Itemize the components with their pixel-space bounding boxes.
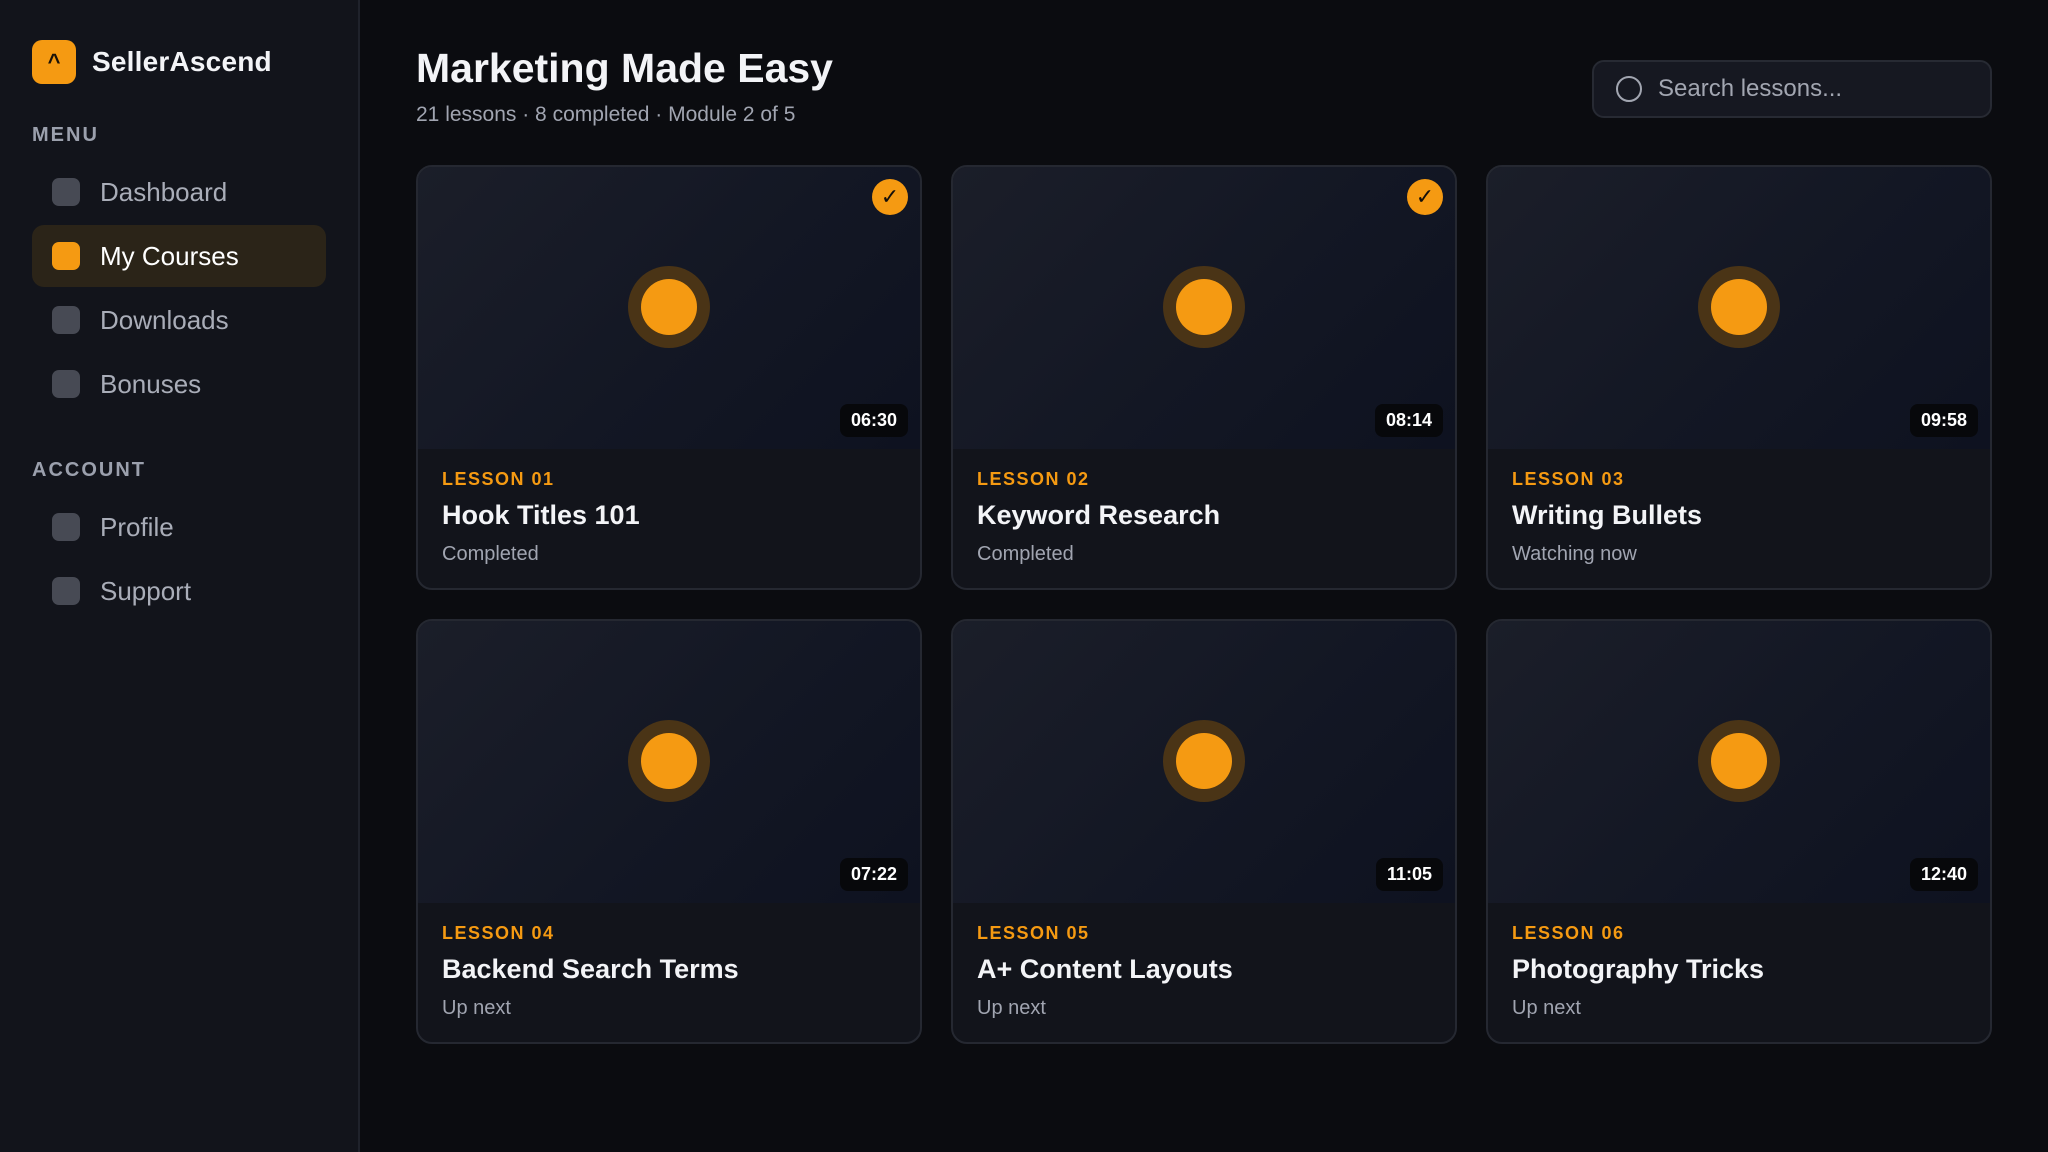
- play-icon[interactable]: [1163, 720, 1245, 803]
- lesson-info: LESSON 05 A+ Content Layouts Up next: [953, 903, 1455, 1040]
- brand[interactable]: ^ SellerAscend: [32, 40, 326, 84]
- lesson-card[interactable]: 09:58 LESSON 03 Writing Bullets Watching…: [1486, 165, 1992, 591]
- brand-logo-icon: ^: [32, 40, 76, 84]
- sidebar-item-label: Downloads: [100, 304, 229, 335]
- lesson-info: LESSON 03 Writing Bullets Watching now: [1488, 449, 1990, 586]
- lesson-title[interactable]: Keyword Research: [977, 500, 1431, 531]
- duration-badge: 11:05: [1375, 858, 1443, 892]
- play-icon[interactable]: [1698, 266, 1780, 349]
- main-content: Marketing Made Easy 21 lessons · 8 compl…: [360, 0, 2048, 1152]
- completed-check-icon: ✓: [872, 179, 908, 216]
- duration-badge: 07:22: [839, 858, 908, 892]
- sidebar-item-support[interactable]: Support: [32, 560, 326, 622]
- sidebar: ^ SellerAscend MENU Dashboard My Courses…: [0, 0, 360, 1152]
- search-input[interactable]: [1658, 75, 1968, 103]
- sidebar-item-label: Profile: [100, 511, 174, 542]
- dashboard-icon: [52, 178, 80, 206]
- sidebar-item-label: Bonuses: [100, 368, 202, 399]
- play-icon[interactable]: [628, 266, 710, 349]
- lesson-info: LESSON 01 Hook Titles 101 Completed: [418, 449, 920, 586]
- lesson-number: LESSON 03: [1512, 469, 1625, 490]
- lesson-info: LESSON 04 Backend Search Terms Up next: [418, 903, 920, 1040]
- duration-badge: 06:30: [839, 404, 908, 438]
- bonuses-icon: [52, 370, 80, 398]
- sidebar-item-downloads[interactable]: Downloads: [32, 289, 326, 351]
- lesson-title[interactable]: Hook Titles 101: [442, 500, 896, 531]
- sidebar-item-label: My Courses: [100, 240, 239, 271]
- lesson-status: Completed: [977, 543, 1074, 566]
- account-nav: Profile Support: [32, 496, 326, 622]
- title-block: Marketing Made Easy 21 lessons · 8 compl…: [416, 45, 833, 127]
- lesson-card[interactable]: ✓ 08:14 LESSON 02 Keyword Research Compl…: [951, 165, 1457, 591]
- page-header: Marketing Made Easy 21 lessons · 8 compl…: [416, 45, 1992, 127]
- lesson-info: LESSON 02 Keyword Research Completed: [953, 449, 1455, 586]
- search-icon: [1616, 76, 1642, 102]
- lesson-status: Up next: [977, 997, 1046, 1020]
- sidebar-item-profile[interactable]: Profile: [32, 496, 326, 558]
- lesson-title[interactable]: A+ Content Layouts: [977, 954, 1431, 985]
- play-icon[interactable]: [1698, 720, 1780, 803]
- lesson-grid: ✓ 06:30 LESSON 01 Hook Titles 101 Comple…: [416, 165, 1992, 1045]
- completed-check-icon: ✓: [1407, 179, 1443, 216]
- sidebar-item-label: Dashboard: [100, 176, 228, 207]
- duration-badge: 12:40: [1909, 858, 1978, 892]
- sidebar-item-dashboard[interactable]: Dashboard: [32, 161, 326, 223]
- lesson-thumbnail[interactable]: 07:22: [418, 621, 920, 904]
- play-icon[interactable]: [1163, 266, 1245, 349]
- sidebar-item-my-courses[interactable]: My Courses: [32, 225, 326, 287]
- search-box[interactable]: [1592, 60, 1992, 118]
- lesson-title[interactable]: Writing Bullets: [1512, 500, 1966, 531]
- play-icon[interactable]: [628, 720, 710, 803]
- lesson-number: LESSON 04: [442, 923, 555, 944]
- downloads-icon: [52, 306, 80, 334]
- lesson-thumbnail[interactable]: 11:05: [953, 621, 1455, 904]
- menu-nav: Dashboard My Courses Downloads Bonuses: [32, 161, 326, 415]
- lesson-card[interactable]: 11:05 LESSON 05 A+ Content Layouts Up ne…: [951, 619, 1457, 1045]
- lesson-status: Up next: [1512, 997, 1581, 1020]
- sidebar-item-bonuses[interactable]: Bonuses: [32, 353, 326, 415]
- brand-name: SellerAscend: [92, 46, 272, 77]
- page-title: Marketing Made Easy: [416, 45, 833, 91]
- page-subtitle: 21 lessons · 8 completed · Module 2 of 5: [416, 103, 796, 127]
- lesson-card[interactable]: ✓ 06:30 LESSON 01 Hook Titles 101 Comple…: [416, 165, 922, 591]
- lesson-thumbnail[interactable]: 12:40: [1488, 621, 1990, 904]
- profile-icon: [52, 513, 80, 541]
- lesson-status: Completed: [442, 543, 539, 566]
- lesson-thumbnail[interactable]: 09:58: [1488, 167, 1990, 450]
- lesson-status: Watching now: [1512, 543, 1637, 566]
- lesson-status: Up next: [442, 997, 511, 1020]
- account-section-label: ACCOUNT: [32, 459, 146, 481]
- duration-badge: 08:14: [1374, 404, 1443, 438]
- sidebar-item-label: Support: [100, 575, 192, 606]
- lesson-title[interactable]: Photography Tricks: [1512, 954, 1966, 985]
- lesson-number: LESSON 01: [442, 469, 555, 490]
- lesson-number: LESSON 05: [977, 923, 1090, 944]
- lesson-card[interactable]: 07:22 LESSON 04 Backend Search Terms Up …: [416, 619, 922, 1045]
- lesson-number: LESSON 06: [1512, 923, 1625, 944]
- support-icon: [52, 577, 80, 605]
- lesson-thumbnail[interactable]: ✓ 08:14: [953, 167, 1455, 450]
- lesson-title[interactable]: Backend Search Terms: [442, 954, 896, 985]
- duration-badge: 09:58: [1909, 404, 1978, 438]
- courses-icon: [52, 242, 80, 270]
- menu-section-label: MENU: [32, 124, 99, 146]
- lesson-number: LESSON 02: [977, 469, 1090, 490]
- lesson-info: LESSON 06 Photography Tricks Up next: [1488, 903, 1990, 1040]
- lesson-thumbnail[interactable]: ✓ 06:30: [418, 167, 920, 450]
- app: ^ SellerAscend MENU Dashboard My Courses…: [0, 0, 2048, 1152]
- lesson-card[interactable]: 12:40 LESSON 06 Photography Tricks Up ne…: [1486, 619, 1992, 1045]
